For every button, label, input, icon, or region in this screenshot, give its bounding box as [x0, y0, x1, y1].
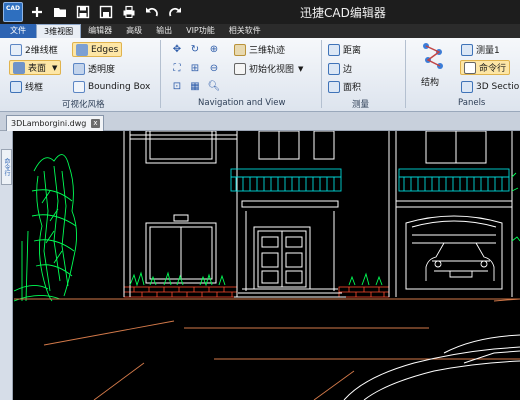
side-panel-tab[interactable]: 命令行 — [1, 149, 12, 185]
tab-advanced[interactable]: 高级 — [119, 24, 149, 38]
measure-icon — [461, 43, 473, 56]
edge-button[interactable]: 边 — [328, 61, 352, 76]
distance-button[interactable]: 距离 — [328, 42, 361, 57]
ground-lines — [14, 298, 520, 400]
init-view-label: 初始化视图 — [249, 65, 295, 75]
tab-editor[interactable]: 编辑器 — [81, 24, 119, 38]
command-line-button[interactable]: 命令行 — [460, 60, 511, 75]
measure1-button[interactable]: 测量1 — [461, 42, 500, 57]
grid-icon[interactable]: ▦ — [188, 79, 202, 93]
tab-related-software[interactable]: 相关软件 — [222, 24, 268, 38]
garage-car — [425, 242, 495, 281]
area-icon — [328, 80, 340, 93]
transparency-button[interactable]: 透明度 — [73, 61, 115, 76]
new-icon[interactable] — [28, 3, 46, 21]
wireframe-label: 线框 — [25, 83, 44, 93]
chevron-down-icon: ▼ — [52, 63, 58, 72]
wireframe-2d-label: 2维线框 — [25, 46, 58, 56]
structure-button[interactable]: 结构 — [421, 74, 439, 89]
structure-label: 结构 — [421, 78, 440, 88]
panels-group-label: Panels — [458, 98, 486, 108]
tab-3d-view[interactable]: 3维视图 — [36, 24, 82, 38]
wireframe-2d-icon — [10, 43, 22, 56]
edges-button[interactable]: Edges — [72, 42, 123, 57]
surface-label: 表面 — [28, 64, 47, 74]
transparency-label: 透明度 — [88, 65, 116, 75]
save-icon[interactable] — [74, 3, 92, 21]
balcony-railing — [230, 168, 510, 192]
redo-icon[interactable] — [166, 3, 184, 21]
wireframe-2d-button[interactable]: 2维线框 — [10, 42, 58, 57]
transparency-icon — [73, 62, 85, 75]
area-button[interactable]: 面积 — [328, 79, 361, 94]
surface-dropdown[interactable]: 表面 ▼ — [9, 60, 62, 75]
app-logo[interactable]: CAD — [3, 2, 23, 22]
section-3d-button[interactable]: 3D Section — [461, 79, 520, 94]
init-view-button[interactable]: 初始化视图 ▼ — [234, 61, 303, 76]
ribbon-separator — [321, 40, 322, 108]
ribbon-separator — [405, 40, 406, 108]
rotate-icon[interactable]: ↻ — [188, 42, 202, 56]
command-line-label: 命令行 — [479, 64, 507, 74]
structure-icon[interactable] — [419, 40, 447, 72]
close-icon[interactable]: x — [91, 119, 100, 128]
sports-car — [343, 334, 520, 400]
app-title: 迅捷CAD编辑器 — [300, 6, 386, 20]
area-label: 面积 — [343, 83, 362, 93]
edges-icon — [76, 43, 88, 56]
wireframe-icon — [10, 80, 22, 93]
document-tab-label: 3DLamborgini.dwg — [11, 119, 87, 128]
section-3d-label: 3D Section — [476, 81, 520, 92]
drawing-canvas[interactable] — [14, 131, 520, 400]
edges-label: Edges — [91, 44, 119, 55]
document-tab-bar: 3DLamborgini.dwg x — [0, 112, 520, 131]
surface-icon — [13, 61, 25, 74]
wireframe-button[interactable]: 线框 — [10, 79, 43, 94]
pan-icon[interactable]: ✥ — [170, 42, 184, 56]
side-panel: 命令行 — [0, 131, 13, 400]
chevron-down-icon: ▼ — [298, 64, 304, 73]
ribbon-separator — [160, 40, 161, 108]
tab-output[interactable]: 输出 — [149, 24, 179, 38]
orbit-3d-icon — [234, 43, 246, 56]
tree-drawing — [14, 154, 77, 302]
zoom-window-icon[interactable]: ⊡ — [170, 79, 184, 93]
navigation-group-label: Navigation and View — [198, 98, 286, 108]
bounding-box-icon — [73, 80, 85, 93]
tab-file[interactable]: 文件 — [0, 24, 36, 38]
app-logo-text: CAD — [5, 5, 21, 12]
undo-icon[interactable] — [143, 3, 161, 21]
measure1-label: 测量1 — [476, 46, 500, 56]
zoom-extents-icon[interactable]: ⛶ — [170, 61, 184, 75]
edge-icon — [328, 62, 340, 75]
distance-label: 距离 — [343, 46, 362, 56]
orbit-3d-button[interactable]: 三维轨迹 — [234, 42, 285, 57]
building-outline — [123, 131, 513, 298]
orbit-3d-label: 三维轨迹 — [249, 46, 286, 56]
planters — [129, 172, 520, 287]
menu-tab-bar: 文件 3维视图 编辑器 高级 输出 VIP功能 相关软件 — [0, 24, 520, 38]
bounding-box-button[interactable]: Bounding Box — [73, 79, 150, 94]
command-line-icon — [464, 61, 476, 74]
init-view-icon — [234, 62, 246, 75]
tab-vip[interactable]: VIP功能 — [179, 24, 222, 38]
print-icon[interactable] — [120, 3, 138, 21]
cad-drawing — [14, 131, 520, 400]
fit-icon[interactable]: ⊞ — [188, 61, 202, 75]
bounding-box-label: Bounding Box — [88, 81, 151, 92]
visual-style-group-label: 可视化风格 — [62, 100, 105, 110]
zoom-in-icon[interactable]: ⊕ — [207, 42, 221, 56]
edge-label: 边 — [343, 65, 353, 75]
section-3d-icon — [461, 80, 473, 93]
ruler-icon — [328, 43, 340, 56]
document-tab[interactable]: 3DLamborgini.dwg x — [6, 115, 104, 131]
zoom-out-icon[interactable]: ⊖ — [207, 61, 221, 75]
open-folder-icon[interactable] — [51, 3, 69, 21]
zoom-icon[interactable]: 🔍︎ — [207, 79, 221, 93]
title-bar: CAD 迅捷CAD编辑器 — [0, 0, 520, 24]
ribbon: 2维线框 表面 ▼ 线框 Edges 透明度 Bounding Box 可视化风… — [0, 38, 520, 112]
measure-group-label: 测量 — [352, 100, 370, 110]
save-as-icon[interactable] — [97, 3, 115, 21]
